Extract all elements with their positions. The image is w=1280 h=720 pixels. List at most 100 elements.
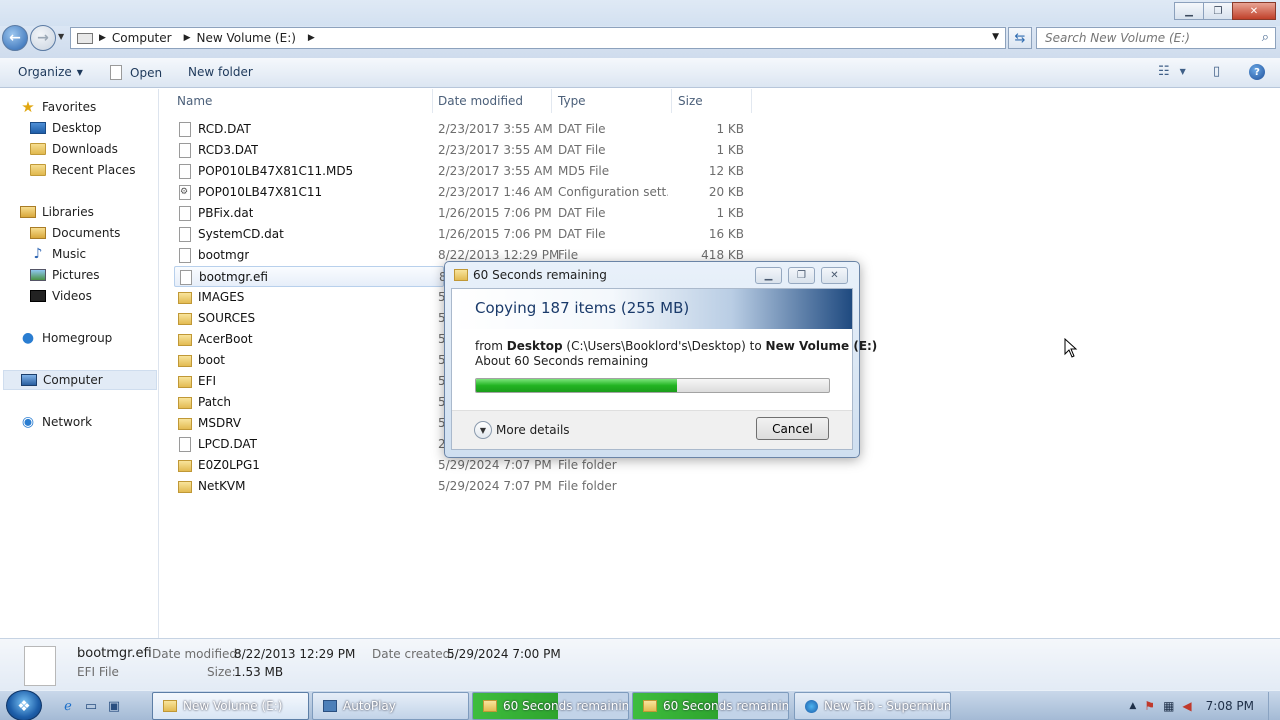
column-header-date-modified[interactable]: Date modified	[421, 89, 551, 113]
file-name: EFI	[198, 374, 217, 388]
file-icon	[179, 122, 191, 137]
action-center-icon[interactable]: ⚑	[1144, 699, 1155, 713]
switch-windows-icon[interactable]: ▣	[106, 698, 122, 714]
taskbar-button-browser[interactable]: New Tab - Supermium	[794, 692, 951, 720]
folder-icon	[178, 376, 192, 388]
sidebar-item-label: Network	[42, 415, 93, 429]
breadcrumb-arrow-icon[interactable]: ▶	[308, 33, 315, 43]
folder-icon	[178, 481, 192, 493]
sidebar-item-favorites[interactable]: ★ Favorites	[20, 97, 96, 117]
sidebar-item-homegroup[interactable]: ● Homegroup	[20, 328, 112, 348]
preview-pane-button[interactable]: ▯	[1213, 64, 1220, 79]
cancel-button[interactable]: Cancel	[756, 417, 829, 440]
taskbar-button-explorer[interactable]: New Volume (E:)	[152, 692, 309, 720]
sidebar-item-downloads[interactable]: Downloads	[30, 139, 118, 159]
sidebar-item-desktop[interactable]: Desktop	[30, 118, 102, 138]
forward-button[interactable]: →	[30, 25, 56, 51]
back-arrow-icon: ←	[9, 30, 21, 46]
sidebar-item-label: Pictures	[52, 268, 100, 282]
clock[interactable]: 7:08 PM	[1206, 699, 1254, 713]
breadcrumb-computer[interactable]: Computer	[112, 31, 172, 45]
search-icon[interactable]: ⌕	[1262, 30, 1269, 45]
dialog-body: Copying 187 items (255 MB) from Desktop …	[451, 288, 877, 450]
sidebar-item-label: Favorites	[42, 100, 97, 114]
sidebar-item-pictures[interactable]: Pictures	[30, 265, 100, 285]
table-row[interactable]: POP010LB47X81C11.MD5 2/23/2017 3:55 AM MD5…	[174, 161, 752, 182]
copy-folder-icon	[483, 700, 497, 712]
more-details-toggle[interactable]: ▼ More details	[474, 421, 570, 439]
file-icon	[179, 164, 191, 179]
network-tray-icon[interactable]: ▦	[1163, 699, 1174, 713]
column-header-size[interactable]: Size	[661, 89, 751, 113]
folder-icon	[178, 397, 192, 409]
help-button[interactable]: ?	[1249, 64, 1265, 80]
column-divider[interactable]	[751, 89, 752, 113]
recent-pages-dropdown-icon[interactable]: ▼	[58, 32, 64, 41]
table-row[interactable]: RCD3.DAT 2/23/2017 3:55 AM DAT File 1 KB	[174, 140, 752, 161]
minimize-button[interactable]: ▁	[1174, 2, 1204, 20]
search-input[interactable]	[1037, 28, 1247, 48]
file-icon	[179, 227, 191, 242]
back-button[interactable]: ←	[2, 25, 28, 51]
details-filename: bootmgr.efi	[77, 646, 152, 661]
show-desktop-button[interactable]	[1268, 692, 1280, 720]
maximize-button[interactable]: ❐	[1203, 2, 1233, 20]
sidebar-item-network[interactable]: ◉ Network	[20, 412, 92, 432]
open-button[interactable]: Open	[110, 65, 162, 80]
search-box[interactable]: ⌕	[1036, 27, 1276, 49]
taskbar-button-copy-progress-2[interactable]: 60 Seconds remaining	[632, 692, 789, 720]
dialog-minimize-button[interactable]: ▁	[755, 267, 782, 284]
volume-muted-icon[interactable]: ◀	[1182, 699, 1191, 713]
column-header-type[interactable]: Type	[541, 89, 671, 113]
table-row[interactable]: POP010LB47X81C11 2/23/2017 1:46 AM Configu…	[174, 182, 752, 203]
new-folder-button[interactable]: New folder	[188, 65, 253, 79]
breadcrumb-arrow-icon[interactable]: ▶	[184, 33, 191, 43]
sidebar-item-music[interactable]: ♪ Music	[30, 244, 87, 264]
table-row[interactable]: PBFix.dat 1/26/2015 7:06 PM DAT File 1 KB	[174, 203, 752, 224]
internet-explorer-icon[interactable]: ℯ	[60, 698, 76, 714]
breadcrumb-new-volume[interactable]: New Volume (E:)	[197, 31, 296, 45]
forward-arrow-icon: →	[37, 30, 49, 46]
taskbar-button-copy-progress-1[interactable]: 60 Seconds remaining	[472, 692, 629, 720]
details-date-modified: 8/22/2013 12:29 PM	[234, 647, 356, 661]
sidebar-item-libraries[interactable]: Libraries	[20, 202, 94, 222]
breadcrumb-arrow-icon[interactable]: ▶	[99, 33, 106, 43]
file-size: 1 KB	[716, 122, 744, 136]
source-link[interactable]: Desktop	[507, 339, 563, 353]
address-bar[interactable]: ▶ Computer ▶ New Volume (E:) ▶ ▼	[70, 27, 1006, 49]
start-button[interactable]: ❖	[6, 690, 42, 720]
show-hidden-icons-icon[interactable]: ▲	[1129, 701, 1136, 711]
change-view-button[interactable]: ☷ ▼	[1158, 64, 1186, 79]
progress-fill	[476, 379, 678, 392]
column-header-name[interactable]: Name	[160, 89, 432, 113]
dialog-close-button[interactable]: ✕	[821, 267, 848, 284]
address-dropdown-icon[interactable]: ▼	[992, 32, 999, 42]
table-row[interactable]: SystemCD.dat 1/26/2015 7:06 PM DAT File 16 …	[174, 224, 752, 245]
file-name: LPCD.DAT	[198, 437, 257, 451]
show-desktop-icon[interactable]: ▭	[83, 698, 99, 714]
folder-icon	[178, 460, 192, 472]
file-name: NetKVM	[198, 479, 246, 493]
sidebar-item-label: Documents	[52, 226, 121, 240]
table-row[interactable]: RCD.DAT 2/23/2017 3:55 AM DAT File 1 KB	[174, 119, 752, 140]
file-type: DAT File	[558, 227, 606, 241]
folder-icon	[178, 355, 192, 367]
table-row[interactable]: NetKVM 5/29/2024 7:07 PM File folder	[174, 476, 752, 497]
sidebar-item-recent-places[interactable]: Recent Places	[30, 160, 135, 180]
refresh-button[interactable]: ⇆	[1008, 27, 1032, 49]
sidebar-item-documents[interactable]: Documents	[30, 223, 120, 243]
dialog-maximize-button[interactable]: ❐	[788, 267, 815, 284]
sidebar-item-videos[interactable]: Videos	[30, 286, 92, 306]
table-row[interactable]: E0Z0LPG1 5/29/2024 7:07 PM File folder	[174, 455, 752, 476]
taskbar-button-autoplay[interactable]: AutoPlay	[312, 692, 469, 720]
destination-link[interactable]: New Volume (E:)	[766, 339, 878, 353]
file-date-modified: 1/26/2015 7:06 PM	[438, 206, 552, 220]
more-details-label: More details	[496, 423, 570, 437]
column-header-label: Size	[678, 94, 703, 108]
new-folder-label: New folder	[188, 65, 253, 79]
sidebar-item-computer[interactable]: Computer	[3, 370, 157, 390]
organize-button[interactable]: Organize ▼	[18, 65, 83, 79]
close-button[interactable]: ✕	[1232, 2, 1276, 20]
file-name: bootmgr.efi	[199, 270, 268, 284]
table-row[interactable]: bootmgr.efi 8	[174, 266, 447, 287]
